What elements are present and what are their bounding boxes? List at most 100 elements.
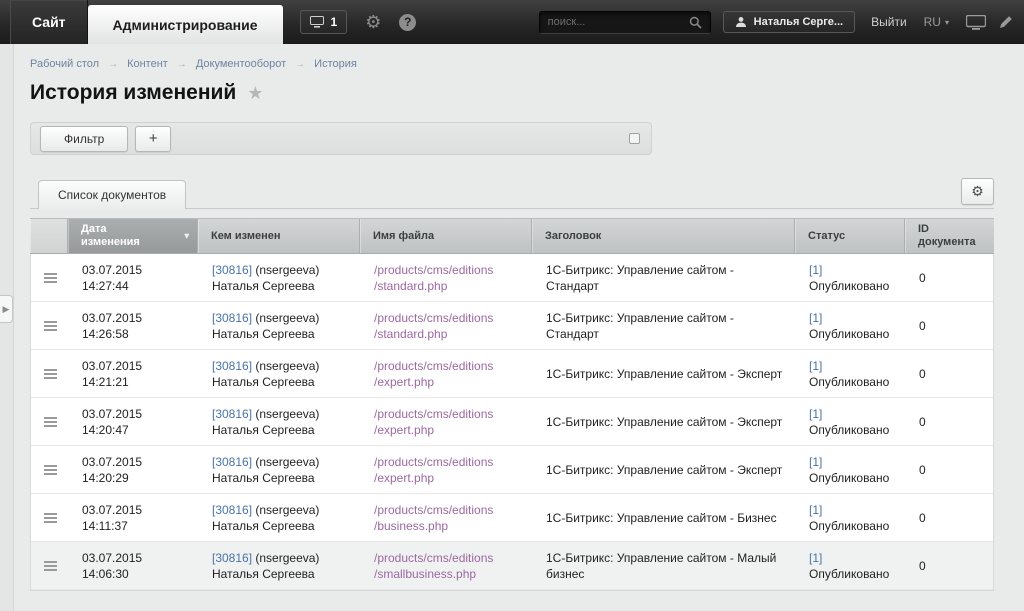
table-row: 03.07.2015 14:20:29 [30816] (nsergeeva) … (31, 446, 993, 494)
user-id-link[interactable]: [30816] (212, 311, 252, 325)
status-id-link[interactable]: [1] (809, 503, 822, 517)
document-id: 0 (919, 270, 980, 286)
status-text: Опубликовано (809, 375, 889, 389)
breadcrumb: Рабочий стол → Контент → Документооборот… (30, 58, 994, 70)
document-id: 0 (919, 318, 980, 334)
search-input[interactable] (548, 16, 689, 28)
file-path-link[interactable]: /products/cms/editions (374, 358, 520, 374)
desktop-panel-icon[interactable] (966, 15, 986, 30)
header-label: Имя файла (373, 230, 434, 243)
sort-arrow-icon[interactable]: ▾ (184, 230, 189, 243)
breadcrumb-history[interactable]: История (314, 58, 357, 70)
row-menu-icon[interactable] (44, 561, 57, 571)
favorite-star-icon[interactable]: ★ (247, 83, 263, 104)
tab-administration[interactable]: Администрирование (88, 5, 283, 44)
user-id-link[interactable]: [30816] (212, 503, 252, 517)
header-label: Заголовок (545, 230, 601, 243)
file-name-link[interactable]: /standard.php (374, 326, 520, 342)
file-path-link[interactable]: /products/cms/editions (374, 262, 520, 278)
header-status[interactable]: Статус (795, 219, 905, 253)
file-path-link[interactable]: /products/cms/editions (374, 310, 520, 326)
change-time: 14:27:44 (82, 278, 186, 294)
user-fullname: Наталья Сергеева (212, 278, 348, 294)
file-name-link[interactable]: /expert.php (374, 422, 520, 438)
row-menu-icon[interactable] (44, 321, 57, 331)
header-changed-by[interactable]: Кем изменен (198, 219, 360, 253)
header-file-name[interactable]: Имя файла (360, 219, 532, 253)
topbar: Сайт Администрирование 1 ⚙ ? Наталья Сер… (0, 0, 1024, 44)
file-name-link[interactable]: /expert.php (374, 374, 520, 390)
user-id-link[interactable]: [30816] (212, 551, 252, 565)
file-name-link[interactable]: /expert.php (374, 470, 520, 486)
filter-button[interactable]: Фильтр (40, 126, 128, 152)
gear-icon[interactable]: ⚙ (365, 13, 381, 31)
status-id-link[interactable]: [1] (809, 407, 822, 421)
change-time: 14:26:58 (82, 326, 186, 342)
header-doc-id[interactable]: ID документа (905, 219, 994, 253)
header-label: Дата изменения (81, 223, 145, 249)
breadcrumb-workflow[interactable]: Документооборот (196, 58, 286, 70)
add-filter-button[interactable]: + (135, 126, 171, 152)
file-path-link[interactable]: /products/cms/editions (374, 502, 520, 518)
row-menu-icon[interactable] (44, 513, 57, 523)
header-title[interactable]: Заголовок (532, 219, 795, 253)
document-title: 1С-Битрикс: Управление сайтом - Малый би… (546, 550, 783, 582)
tab-site[interactable]: Сайт (10, 0, 88, 44)
user-button[interactable]: Наталья Серге... (723, 11, 855, 33)
document-id: 0 (919, 414, 980, 430)
table-row: 03.07.2015 14:20:47 [30816] (nsergeeva) … (31, 398, 993, 446)
change-date: 03.07.2015 (82, 358, 186, 374)
table-row: 03.07.2015 14:21:21 [30816] (nsergeeva) … (31, 350, 993, 398)
grid-settings-button[interactable]: ⚙ (961, 178, 994, 205)
status-id-link[interactable]: [1] (809, 263, 822, 277)
user-id-link[interactable]: [30816] (212, 359, 252, 373)
header-change-date[interactable]: Дата изменения ▾ (68, 219, 198, 253)
grid-tabs: Список документов ⚙ (30, 179, 994, 209)
breadcrumb-content[interactable]: Контент (127, 58, 168, 70)
row-menu-icon[interactable] (44, 417, 57, 427)
notifications-button[interactable]: 1 (300, 10, 348, 34)
document-title: 1С-Битрикс: Управление сайтом - Бизнес (546, 510, 783, 526)
row-menu-icon[interactable] (44, 465, 57, 475)
row-menu-icon[interactable] (44, 369, 57, 379)
row-menu-icon[interactable] (44, 273, 57, 283)
search-icon[interactable] (689, 16, 702, 29)
filter-minimize-icon[interactable] (629, 133, 640, 144)
file-name-link[interactable]: /smallbusiness.php (374, 566, 520, 582)
sidebar-toggle[interactable]: ▶ (0, 295, 13, 323)
user-fullname: Наталья Сергеева (212, 470, 348, 486)
file-name-link[interactable]: /standard.php (374, 278, 520, 294)
user-login: (nsergeeva) (255, 503, 319, 517)
logout-link[interactable]: Выйти (871, 15, 907, 29)
table-row: 03.07.2015 14:06:30 [30816] (nsergeeva) … (31, 542, 993, 590)
user-fullname: Наталья Сергеева (212, 518, 348, 534)
user-id-link[interactable]: [30816] (212, 263, 252, 277)
edit-pencil-icon[interactable] (999, 15, 1013, 29)
user-fullname: Наталья Сергеева (212, 422, 348, 438)
notifications-icon (310, 16, 324, 28)
change-date: 03.07.2015 (82, 262, 186, 278)
table-row: 03.07.2015 14:26:58 [30816] (nsergeeva) … (31, 302, 993, 350)
help-icon[interactable]: ? (399, 14, 416, 31)
file-path-link[interactable]: /products/cms/editions (374, 454, 520, 470)
file-path-link[interactable]: /products/cms/editions (374, 550, 520, 566)
user-id-link[interactable]: [30816] (212, 407, 252, 421)
file-name-link[interactable]: /business.php (374, 518, 520, 534)
file-path-link[interactable]: /products/cms/editions (374, 406, 520, 422)
status-text: Опубликовано (809, 519, 889, 533)
tab-document-list[interactable]: Список документов (38, 180, 186, 209)
change-time: 14:20:47 (82, 422, 186, 438)
breadcrumb-desktop[interactable]: Рабочий стол (30, 58, 99, 70)
header-label: Кем изменен (211, 230, 281, 243)
user-fullname: Наталья Сергеева (212, 374, 348, 390)
table-body: 03.07.2015 14:27:44 [30816] (nsergeeva) … (31, 254, 993, 590)
language-selector[interactable]: RU ▾ (924, 15, 949, 29)
change-time: 14:20:29 (82, 470, 186, 486)
user-id-link[interactable]: [30816] (212, 455, 252, 469)
status-id-link[interactable]: [1] (809, 311, 822, 325)
status-text: Опубликовано (809, 327, 889, 341)
status-id-link[interactable]: [1] (809, 455, 822, 469)
status-id-link[interactable]: [1] (809, 359, 822, 373)
change-date: 03.07.2015 (82, 550, 186, 566)
status-id-link[interactable]: [1] (809, 551, 822, 565)
